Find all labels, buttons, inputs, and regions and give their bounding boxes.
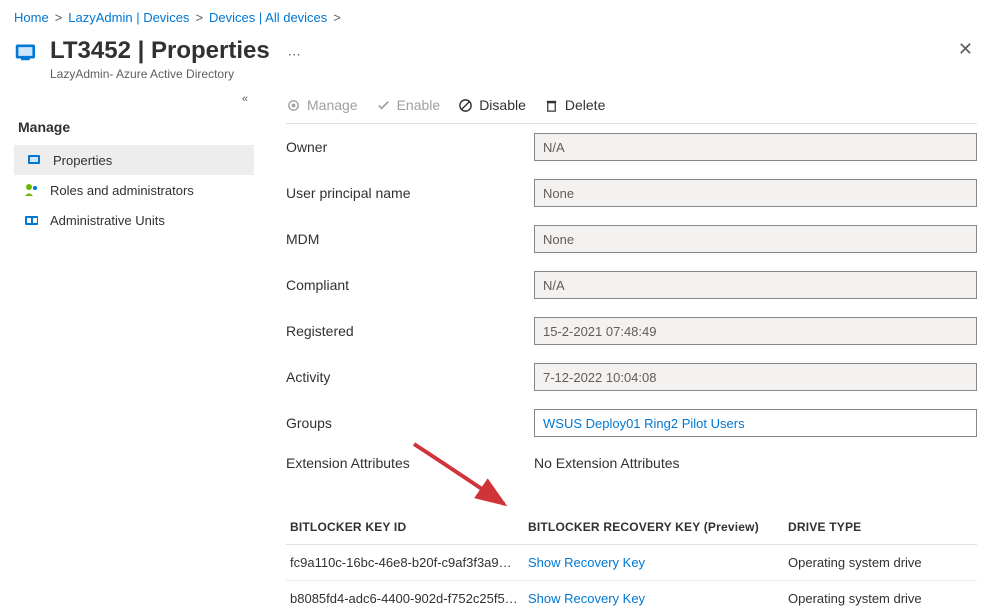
disable-button[interactable]: Disable [458,97,526,113]
sidebar-item-properties[interactable]: Properties [14,145,254,175]
page-header: LT3452 | Properties LazyAdmin- Azure Act… [0,31,991,91]
adminunits-icon [24,212,40,228]
sidebar-item-adminunits[interactable]: Administrative Units [14,205,254,235]
content: Manage Enable Disable Delete [260,91,977,616]
sidebar-item-label: Administrative Units [50,213,165,228]
collapse-sidebar-button[interactable]: « [14,91,254,113]
manage-button: Manage [286,97,358,113]
delete-button[interactable]: Delete [544,97,605,113]
registered-label: Registered [286,323,534,339]
registered-field [534,317,977,345]
upn-field [534,179,977,207]
roles-icon [24,182,40,198]
enable-label: Enable [397,97,441,113]
trash-icon [544,98,559,113]
disable-label: Disable [479,97,526,113]
sidebar-item-label: Properties [53,153,112,168]
extattr-value: No Extension Attributes [534,455,680,471]
mdm-field [534,225,977,253]
page-title: LT3452 | Properties [50,37,270,65]
breadcrumb-sep: > [195,10,203,25]
groups-label: Groups [286,415,534,431]
upn-label: User principal name [286,185,534,201]
owner-label: Owner [286,139,534,155]
gear-icon [286,98,301,113]
breadcrumb-alldevices[interactable]: Devices | All devices [209,10,327,25]
bitlocker-header-drive: DRIVE TYPE [788,520,973,534]
more-button[interactable]: ⋯ [288,47,303,63]
breadcrumb-devices[interactable]: LazyAdmin | Devices [68,10,189,25]
manage-label: Manage [307,97,358,113]
delete-label: Delete [565,97,605,113]
toolbar: Manage Enable Disable Delete [286,91,977,124]
bitlocker-row: fc9a110c-16bc-46e8-b20f-c9af3f3a9ccd Sho… [286,545,977,581]
bitlocker-keyid: b8085fd4-adc6-4400-902d-f752c25f54... [290,591,528,606]
compliant-label: Compliant [286,277,534,293]
properties-icon [27,152,43,168]
sidebar: « Manage Properties Roles and administra… [14,91,260,616]
check-icon [376,98,391,113]
close-button[interactable]: ✕ [958,39,973,60]
breadcrumb-sep: > [333,10,341,25]
page-subtitle: LazyAdmin- Azure Active Directory [50,67,270,81]
compliant-field [534,271,977,299]
disable-icon [458,98,473,113]
owner-field [534,133,977,161]
device-icon [14,41,42,67]
bitlocker-drivetype: Operating system drive [788,555,973,570]
bitlocker-header-keyid: BITLOCKER KEY ID [290,520,528,534]
extattr-label: Extension Attributes [286,455,534,471]
bitlocker-drivetype: Operating system drive [788,591,973,606]
activity-label: Activity [286,369,534,385]
bitlocker-section: BITLOCKER KEY ID BITLOCKER RECOVERY KEY … [286,510,977,616]
activity-field [534,363,977,391]
breadcrumb: Home > LazyAdmin | Devices > Devices | A… [0,0,991,31]
breadcrumb-home[interactable]: Home [14,10,49,25]
breadcrumb-sep: > [55,10,63,25]
enable-button: Enable [376,97,441,113]
sidebar-section-manage: Manage [14,113,254,145]
sidebar-item-label: Roles and administrators [50,183,194,198]
sidebar-item-roles[interactable]: Roles and administrators [14,175,254,205]
bitlocker-header-recovery: BITLOCKER RECOVERY KEY (Preview) [528,520,788,534]
bitlocker-keyid: fc9a110c-16bc-46e8-b20f-c9af3f3a9ccd [290,555,528,570]
mdm-label: MDM [286,231,534,247]
bitlocker-row: b8085fd4-adc6-4400-902d-f752c25f54... Sh… [286,581,977,616]
show-recovery-key-link[interactable]: Show Recovery Key [528,591,645,606]
groups-field[interactable] [534,409,977,437]
show-recovery-key-link[interactable]: Show Recovery Key [528,555,645,570]
